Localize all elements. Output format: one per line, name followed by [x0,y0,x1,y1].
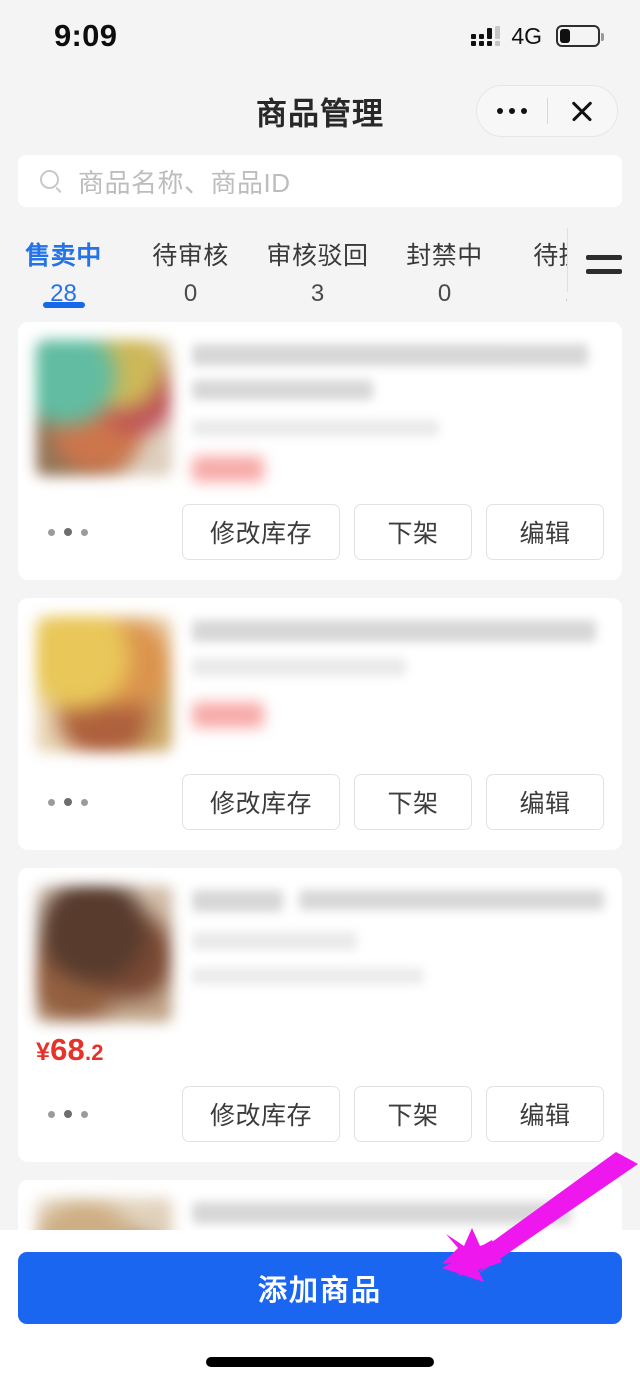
product-thumbnail[interactable] [36,1198,172,1232]
battery-icon [556,25,604,47]
search-placeholder: 商品名称、商品ID [78,167,291,198]
status-bar-time: 9:09 [54,18,118,53]
product-summary[interactable] [18,598,622,758]
add-product-button[interactable]: 添加商品 [18,1252,622,1324]
app-screen: 9:09 4G 商品管理 商品名称、商品ID 售卖中 28 待审核 0 审核驳回… [0,0,640,1385]
tab-label: 封禁中 [406,242,483,270]
nav-header: 商品管理 [0,72,640,150]
product-details [192,616,604,752]
signal-dots-icon [471,25,501,46]
edit-button[interactable]: 编辑 [486,1086,604,1142]
network-type-label: 4G [511,22,542,49]
tab-count: 0 [183,280,198,307]
close-icon [569,98,595,124]
tab-count: 0 [437,280,452,307]
more-actions-icon[interactable] [42,528,88,536]
status-tabs: 售卖中 28 待审核 0 审核驳回 3 封禁中 0 待提交 1 [0,222,640,322]
product-card[interactable]: ¥68.2 修改库存 下架 编辑 [18,868,622,1162]
hamburger-menu-icon[interactable] [568,222,640,322]
price-currency: ¥ [36,1038,51,1066]
tab-count: 3 [310,280,325,307]
product-details [192,340,604,482]
product-card[interactable]: 修改库存 下架 编辑 [18,598,622,850]
more-actions-icon[interactable] [42,798,88,806]
tab-label: 售卖中 [25,242,102,270]
edit-button[interactable]: 编辑 [486,504,604,560]
product-price: ¥68.2 [18,1028,622,1070]
product-card[interactable] [18,1180,622,1232]
tab-label: 待提交 [533,242,567,270]
take-offline-button[interactable]: 下架 [354,774,472,830]
tab-active-indicator [42,302,85,308]
edit-button[interactable]: 编辑 [486,774,604,830]
product-actions: 修改库存 下架 编辑 [18,758,622,850]
product-thumbnail[interactable] [36,340,172,476]
modify-stock-button[interactable]: 修改库存 [182,1086,340,1142]
miniprogram-capsule [476,85,618,137]
footer-bar: 添加商品 [0,1230,640,1385]
more-menu-button[interactable] [477,86,547,136]
search-input[interactable]: 商品名称、商品ID [18,155,622,207]
take-offline-button[interactable]: 下架 [354,504,472,560]
status-bar: 9:09 4G [0,0,640,72]
tab-pending-review[interactable]: 待审核 0 [127,222,254,322]
product-thumbnail[interactable] [36,886,172,1022]
tab-label: 审核驳回 [266,242,369,270]
search-icon [40,170,62,194]
more-actions-icon[interactable] [42,1110,88,1118]
modify-stock-button[interactable]: 修改库存 [182,774,340,830]
status-bar-indicators: 4G [471,22,604,50]
product-details [192,1198,604,1232]
tab-review-rejected[interactable]: 审核驳回 3 [254,222,381,322]
take-offline-button[interactable]: 下架 [354,1086,472,1142]
home-indicator [206,1357,434,1367]
tab-banned[interactable]: 封禁中 0 [381,222,508,322]
search-section: 商品名称、商品ID [0,155,640,207]
product-actions: 修改库存 下架 编辑 [18,488,622,580]
product-summary[interactable] [18,322,622,488]
price-integer: 68 [50,1032,85,1067]
product-details [192,886,604,1022]
tabs-scroller[interactable]: 售卖中 28 待审核 0 审核驳回 3 封禁中 0 待提交 1 [0,222,567,322]
tab-count: 1 [565,280,567,308]
price-decimal: .2 [85,1040,104,1065]
product-summary[interactable] [18,1180,622,1232]
modify-stock-button[interactable]: 修改库存 [182,504,340,560]
tab-pending-submit[interactable]: 待提交 1 [508,222,567,322]
product-card[interactable]: 修改库存 下架 编辑 [18,322,622,580]
product-list[interactable]: 修改库存 下架 编辑 修改库存 下架 编辑 ¥68.2 修改库存 下架 编辑 [0,322,640,1232]
product-thumbnail[interactable] [36,616,172,752]
product-actions: 修改库存 下架 编辑 [18,1070,622,1162]
product-summary[interactable] [18,868,622,1028]
close-button[interactable] [548,86,618,136]
tab-label: 待审核 [152,242,229,270]
tab-on-sale[interactable]: 售卖中 28 [0,222,127,322]
more-dots-icon [496,108,527,114]
